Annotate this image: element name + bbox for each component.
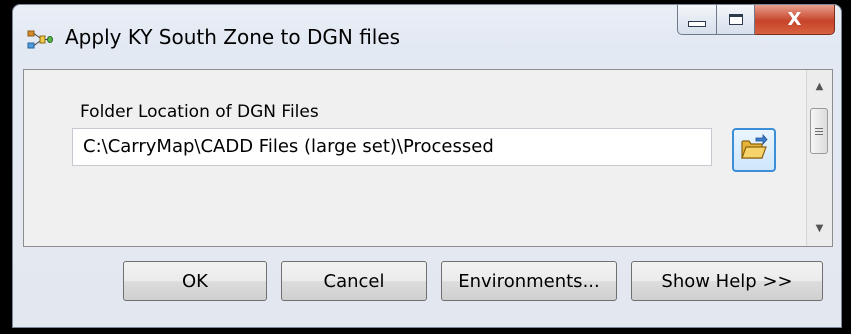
scroll-down-icon[interactable]: ▼ xyxy=(807,218,832,240)
grip-line xyxy=(815,127,823,129)
close-button[interactable]: X xyxy=(755,5,835,35)
folder-path-input[interactable]: C:\CarryMap\CADD Files (large set)\Proce… xyxy=(72,128,712,166)
maximize-button[interactable] xyxy=(717,5,755,35)
ok-button[interactable]: OK xyxy=(123,261,267,301)
grip-line xyxy=(815,130,823,132)
grip-line xyxy=(815,133,823,135)
browse-folder-button[interactable] xyxy=(732,128,776,172)
maximize-icon xyxy=(728,14,743,25)
vertical-scrollbar[interactable]: ▲ ▼ xyxy=(806,70,832,246)
parameters-panel: Folder Location of DGN Files C:\CarryMap… xyxy=(23,69,833,247)
minimize-icon xyxy=(688,20,706,27)
window-title: Apply KY South Zone to DGN files xyxy=(65,25,401,49)
folder-location-label: Folder Location of DGN Files xyxy=(80,102,319,122)
scroll-thumb[interactable] xyxy=(810,108,828,154)
scroll-up-icon[interactable]: ▲ xyxy=(807,76,832,98)
title-bar[interactable]: Apply KY South Zone to DGN files X xyxy=(13,5,841,63)
model-builder-tool-icon xyxy=(27,29,53,51)
cancel-button[interactable]: Cancel xyxy=(281,261,427,301)
minimize-button[interactable] xyxy=(677,5,717,35)
close-icon: X xyxy=(787,9,802,30)
caption-buttons: X xyxy=(677,5,835,39)
open-folder-icon xyxy=(739,133,769,166)
environments-button[interactable]: Environments... xyxy=(441,261,617,301)
show-help-button[interactable]: Show Help >> xyxy=(631,261,823,301)
dialog-window: Apply KY South Zone to DGN files X Folde… xyxy=(12,4,842,328)
